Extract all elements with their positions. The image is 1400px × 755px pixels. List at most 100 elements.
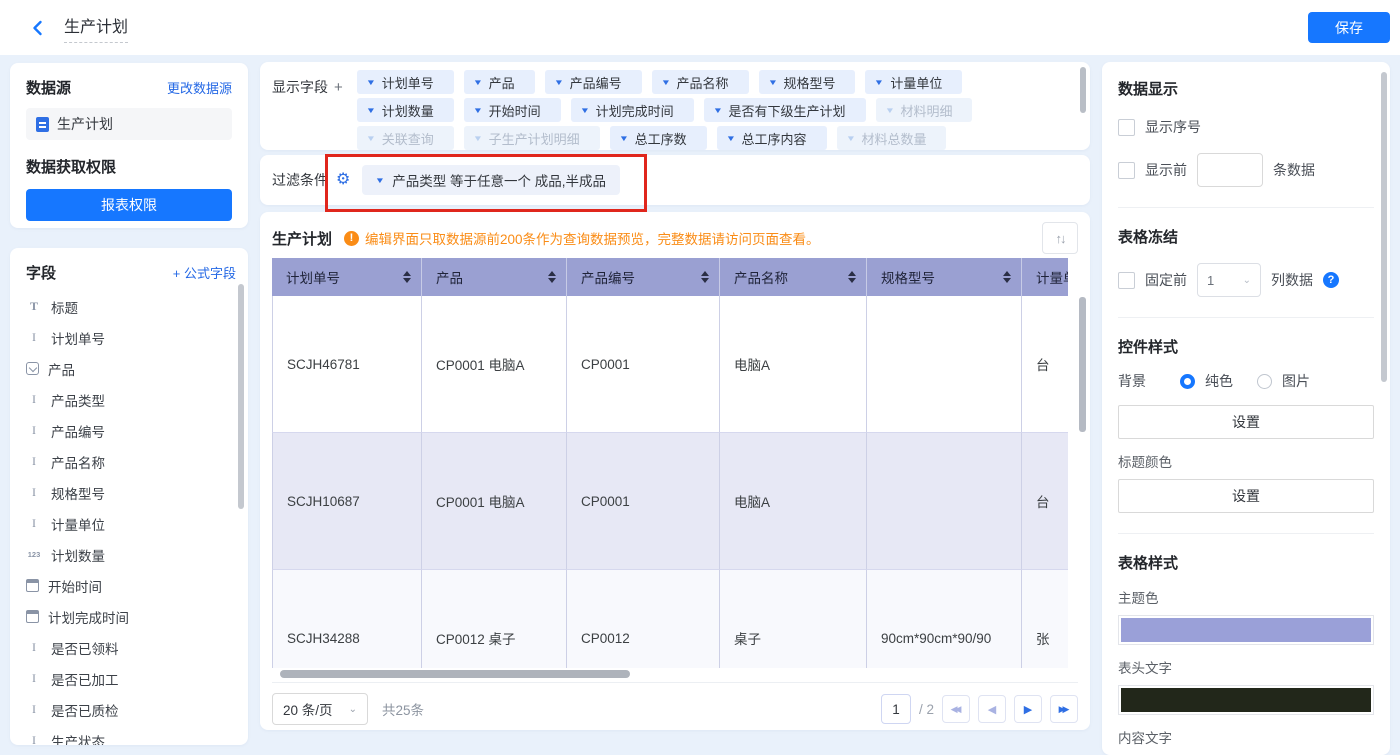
chevron-down-icon: ▼ xyxy=(366,106,376,115)
field-item[interactable]: 计划完成时间 xyxy=(26,601,236,632)
display-field-chip[interactable]: ▼产品 xyxy=(464,70,535,94)
prev-page-button[interactable]: ◀ xyxy=(978,695,1006,723)
column-header[interactable]: 产品编号 xyxy=(567,258,720,296)
title-color-set-button[interactable]: 设置 xyxy=(1118,479,1374,513)
sort-icon[interactable] xyxy=(548,271,556,283)
help-icon[interactable]: ? xyxy=(1323,272,1339,288)
field-item[interactable]: 开始时间 xyxy=(26,570,236,601)
text-field-icon xyxy=(26,733,42,746)
field-item[interactable]: 生产状态 xyxy=(26,725,236,745)
table-cell xyxy=(867,433,1022,570)
show-index-checkbox[interactable] xyxy=(1118,119,1135,136)
field-item[interactable]: 是否已领料 xyxy=(26,632,236,663)
datasource-panel: 数据源 更改数据源 生产计划 数据获取权限 报表权限 xyxy=(10,63,248,228)
solid-color-radio[interactable] xyxy=(1180,374,1195,389)
display-field-chip[interactable]: ▼开始时间 xyxy=(464,98,561,122)
chip-label: 子生产计划明细 xyxy=(489,129,580,148)
add-display-field-button[interactable]: + xyxy=(334,79,343,96)
filter-condition-chip[interactable]: ▼ 产品类型 等于任意一个 成品,半成品 xyxy=(362,165,620,195)
table-horizontal-scrollbar[interactable] xyxy=(272,670,1068,678)
display-field-chip[interactable]: ▼材料明细 xyxy=(876,98,973,122)
sort-icon[interactable] xyxy=(1003,271,1011,283)
settings-scrollbar[interactable] xyxy=(1381,72,1387,382)
freeze-checkbox[interactable] xyxy=(1118,272,1135,289)
chip-label: 总工序内容 xyxy=(742,129,807,148)
show-first-count-input[interactable] xyxy=(1197,153,1263,187)
solid-color-label: 纯色 xyxy=(1205,371,1233,391)
display-fields-scrollbar[interactable] xyxy=(1080,67,1086,113)
data-display-header: 数据显示 xyxy=(1118,78,1374,99)
display-field-chip[interactable]: ▼计划数量 xyxy=(357,98,454,122)
field-label: 是否已质检 xyxy=(51,700,119,720)
last-page-button[interactable]: ▶▶ xyxy=(1050,695,1078,723)
field-item[interactable]: 产品类型 xyxy=(26,384,236,415)
table-row[interactable]: SCJH34288CP0012 桌子CP0012桌子90cm*90cm*90/9… xyxy=(272,570,1068,668)
chip-label: 计划单号 xyxy=(382,73,434,92)
display-field-chip[interactable]: ▼材料总数量 xyxy=(837,126,947,150)
field-item[interactable]: 产品名称 xyxy=(26,446,236,477)
display-field-chip[interactable]: ▼计量单位 xyxy=(865,70,962,94)
column-header[interactable]: 计量单位 xyxy=(1022,258,1068,296)
field-item[interactable]: 是否已质检 xyxy=(26,694,236,725)
sort-icon[interactable] xyxy=(848,271,856,283)
display-field-chip[interactable]: ▼子生产计划明细 xyxy=(464,126,600,150)
show-first-checkbox[interactable] xyxy=(1118,162,1135,179)
column-header[interactable]: 规格型号 xyxy=(867,258,1022,296)
field-item[interactable]: 规格型号 xyxy=(26,477,236,508)
fields-scrollbar[interactable] xyxy=(238,284,244,509)
display-field-chip[interactable]: ▼总工序内容 xyxy=(717,126,827,150)
field-item[interactable]: 计划数量 xyxy=(26,539,236,570)
column-label: 产品编号 xyxy=(581,267,635,287)
first-page-button[interactable]: ◀◀ xyxy=(942,695,970,723)
current-page-box[interactable]: 1 xyxy=(881,694,911,724)
table-row[interactable]: SCJH10687CP0001 电脑ACP0001电脑A台 xyxy=(272,433,1068,570)
next-page-button[interactable]: ▶ xyxy=(1014,695,1042,723)
field-label: 计划数量 xyxy=(51,545,105,565)
report-permission-button[interactable]: 报表权限 xyxy=(26,189,232,221)
date-field-icon xyxy=(26,610,39,623)
field-item[interactable]: 计量单位 xyxy=(26,508,236,539)
display-field-chip[interactable]: ▼是否有下级生产计划 xyxy=(704,98,866,122)
display-field-chip[interactable]: ▼计划完成时间 xyxy=(571,98,694,122)
display-field-chip[interactable]: ▼关联查询 xyxy=(357,126,454,150)
sort-icon[interactable] xyxy=(701,271,709,283)
change-datasource-link[interactable]: 更改数据源 xyxy=(167,78,232,97)
column-label: 计量单位 xyxy=(1036,267,1068,287)
sort-icon[interactable] xyxy=(403,271,411,283)
field-label: 标题 xyxy=(51,297,78,317)
hscroll-thumb[interactable] xyxy=(280,670,630,678)
field-item[interactable]: 计划单号 xyxy=(26,322,236,353)
chip-label: 产品名称 xyxy=(677,73,729,92)
theme-color-swatch[interactable] xyxy=(1118,615,1374,645)
display-field-chip[interactable]: ▼产品编号 xyxy=(545,70,642,94)
save-button[interactable]: 保存 xyxy=(1308,12,1390,43)
field-item[interactable]: 标题 xyxy=(26,291,236,322)
table-cell: SCJH34288 xyxy=(272,570,422,668)
display-field-chip[interactable]: ▼计划单号 xyxy=(357,70,454,94)
column-header[interactable]: 产品 xyxy=(422,258,567,296)
column-header[interactable]: 产品名称 xyxy=(720,258,867,296)
background-set-button[interactable]: 设置 xyxy=(1118,405,1374,439)
display-field-chip[interactable]: ▼产品名称 xyxy=(652,70,749,94)
field-item[interactable]: 是否已加工 xyxy=(26,663,236,694)
text-field-icon xyxy=(26,671,42,687)
gear-icon[interactable]: ⚙ xyxy=(336,172,350,188)
sort-order-button[interactable]: ↑↓ xyxy=(1042,222,1078,254)
field-item[interactable]: 产品编号 xyxy=(26,415,236,446)
table-row[interactable]: SCJH46781CP0001 电脑ACP0001电脑A台 xyxy=(272,296,1068,433)
display-fields-label-text: 显示字段 xyxy=(272,79,328,95)
display-field-chip[interactable]: ▼总工序数 xyxy=(610,126,707,150)
add-formula-field-link[interactable]: + 公式字段 xyxy=(173,263,236,282)
fix-first-label: 固定前 xyxy=(1145,270,1187,290)
header-text-swatch[interactable] xyxy=(1118,685,1374,715)
datasource-item[interactable]: 生产计划 xyxy=(26,108,232,140)
back-icon[interactable] xyxy=(30,20,46,36)
column-header[interactable]: 计划单号 xyxy=(272,258,422,296)
freeze-count-select[interactable]: 1 ⌄ xyxy=(1197,263,1261,297)
display-field-chip[interactable]: ▼规格型号 xyxy=(759,70,856,94)
field-item[interactable]: 产品 xyxy=(26,353,236,384)
image-radio[interactable] xyxy=(1257,374,1272,389)
page-size-select[interactable]: 20 条/页 ⌄ xyxy=(272,693,368,725)
content-text-label: 内容文字 xyxy=(1118,727,1374,747)
table-vertical-scrollbar[interactable] xyxy=(1079,297,1086,432)
